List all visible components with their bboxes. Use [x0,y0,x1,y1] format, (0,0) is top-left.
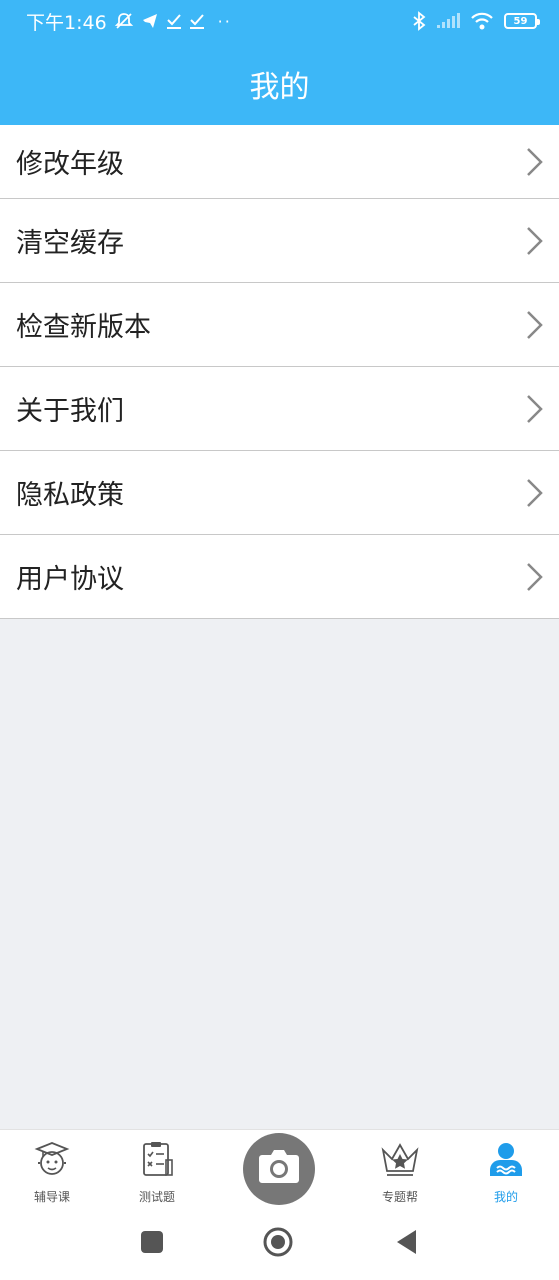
tab-topic-help[interactable]: 专题帮 [355,1140,445,1205]
tab-mine[interactable]: 我的 [461,1140,551,1205]
chevron-right-icon [523,225,545,257]
menu-item-label: 修改年级 [16,149,124,180]
menu-item-clear-cache[interactable]: 清空缓存 [0,199,559,283]
menu-item-user-agreement[interactable]: 用户协议 [0,535,559,619]
back-button[interactable] [392,1229,422,1259]
battery-level: 59 [513,15,528,27]
wifi-icon [470,12,494,30]
chevron-right-icon [523,146,545,178]
menu-item-privacy-policy[interactable]: 隐私政策 [0,451,559,535]
bottom-tab-bar: 辅导课 测试题 专题帮 我的 [0,1129,559,1207]
chevron-right-icon [523,561,545,593]
tab-label: 辅导课 [33,1190,70,1204]
home-circle-icon [262,1226,294,1262]
user-icon [487,1140,525,1182]
menu-item-label: 关于我们 [16,396,124,427]
tab-label: 专题帮 [381,1190,418,1204]
system-nav-bar [0,1207,559,1280]
check-icon [166,12,182,30]
camera-button[interactable] [243,1133,315,1205]
menu-item-check-update[interactable]: 检查新版本 [0,283,559,367]
tab-label: 我的 [493,1190,518,1204]
chevron-right-icon [523,309,545,341]
telegram-icon [141,12,159,30]
crown-icon [379,1140,421,1182]
home-button[interactable] [262,1226,294,1262]
status-bar: 下午1:46 ·· 59 [0,0,559,42]
mute-icon [114,11,134,31]
status-left: 下午1:46 ·· [26,9,232,34]
menu-item-change-grade[interactable]: 修改年级 [0,125,559,199]
signal-icon [436,13,460,29]
menu-item-label: 检查新版本 [16,312,151,343]
title-bar: 我的 [0,42,559,125]
settings-menu: 修改年级 清空缓存 检查新版本 关于我们 隐私政策 用户协议 [0,125,559,619]
tab-quiz[interactable]: 测试题 [112,1140,202,1205]
chevron-right-icon [523,477,545,509]
menu-item-label: 用户协议 [16,564,124,595]
menu-item-label: 隐私政策 [16,480,124,511]
more-dots-icon: ·· [217,11,232,31]
camera-icon [257,1149,301,1189]
tab-label: 测试题 [138,1190,175,1204]
menu-item-label: 清空缓存 [16,228,124,259]
tutor-icon [33,1140,71,1182]
battery-icon: 59 [504,13,540,29]
quiz-icon [138,1140,176,1182]
check-icon [189,12,205,30]
bluetooth-icon [412,11,426,31]
status-right: 59 [412,9,540,33]
page-title: 我的 [249,69,310,105]
menu-item-about-us[interactable]: 关于我们 [0,367,559,451]
recent-apps-button[interactable] [137,1229,167,1259]
square-icon [139,1229,165,1259]
tab-tutoring[interactable]: 辅导课 [7,1140,97,1205]
chevron-right-icon [523,393,545,425]
status-time: 下午1:46 [26,11,107,34]
back-triangle-icon [394,1228,420,1260]
